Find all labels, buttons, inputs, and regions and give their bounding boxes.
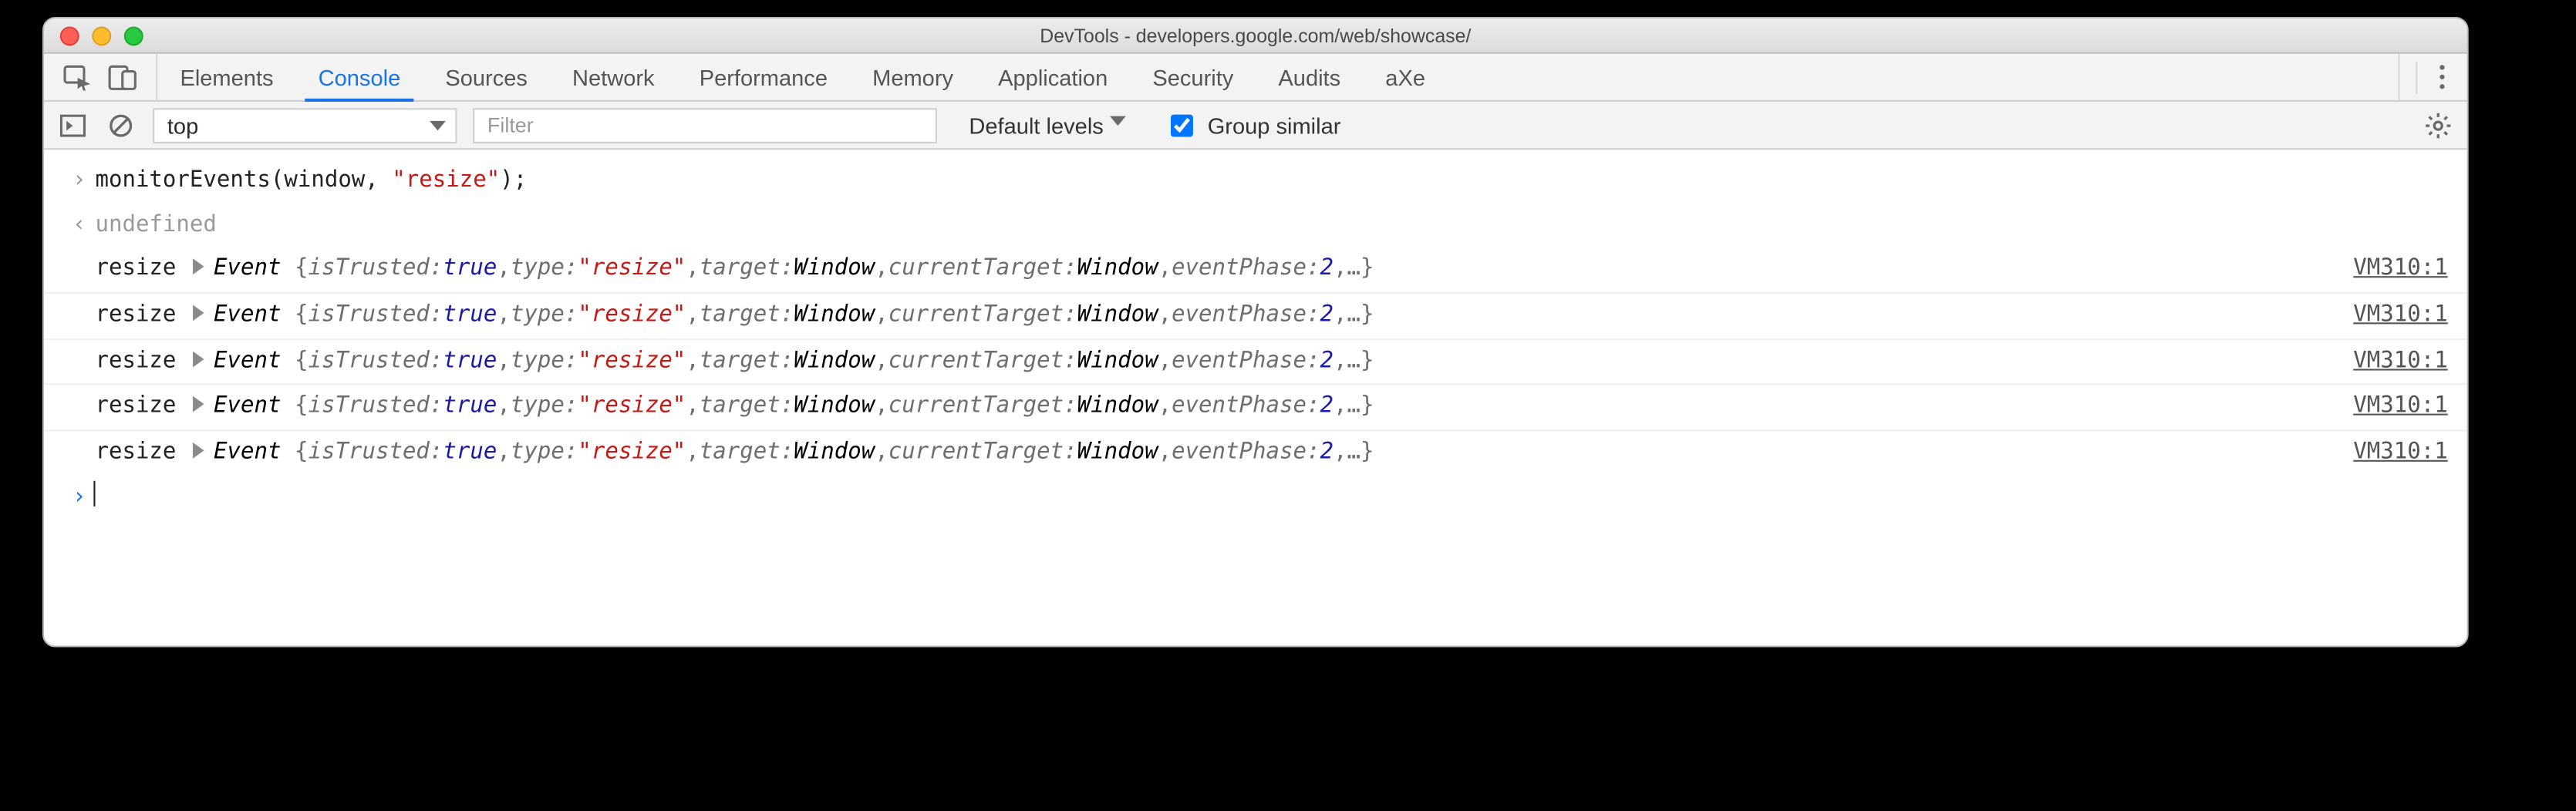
tab-sources[interactable]: Sources [423, 54, 550, 100]
execution-context-select[interactable]: top [153, 107, 457, 143]
disclosure-triangle-icon[interactable] [193, 443, 204, 459]
group-similar-checkbox[interactable]: Group similar [1165, 109, 1341, 141]
devtools-window: DevTools - developers.google.com/web/sho… [42, 17, 2469, 648]
group-similar-label: Group similar [1208, 112, 1341, 137]
console-filter-input[interactable] [473, 107, 937, 143]
tab-security[interactable]: Security [1130, 54, 1256, 100]
log-levels-select[interactable]: Default levels [963, 112, 1132, 137]
tab-performance[interactable]: Performance [677, 54, 850, 100]
tab-console[interactable]: Console [296, 54, 423, 100]
text-cursor-icon [93, 480, 95, 506]
disclosure-triangle-icon[interactable] [193, 397, 204, 413]
window-title: DevTools - developers.google.com/web/sho… [44, 24, 2467, 46]
close-window-icon[interactable] [60, 25, 79, 45]
console-result: ‹ undefined [44, 204, 2467, 247]
console-log-row: resize Event {isTrusted: true, type: "re… [44, 430, 2467, 476]
zoom-window-icon[interactable] [124, 25, 143, 45]
event-class: Event [214, 298, 295, 333]
console-toolbar: top Default levels Group similar [44, 102, 2467, 150]
divider [2416, 61, 2417, 93]
disclosure-triangle-icon[interactable] [193, 305, 204, 321]
console-log-row: resize Event {isTrusted: true, type: "re… [44, 292, 2467, 338]
log-source-link[interactable]: VM310:1 [2353, 253, 2447, 288]
device-toggle-icon[interactable] [108, 64, 137, 89]
event-class: Event [214, 253, 295, 288]
tab-memory[interactable]: Memory [850, 54, 976, 100]
window-controls [44, 25, 143, 45]
tab-label: Sources [445, 64, 528, 89]
log-source-link[interactable]: VM310:1 [2353, 298, 2447, 333]
input-chevron-icon: › [63, 164, 96, 199]
tab-axe[interactable]: aXe [1363, 54, 1448, 100]
console-log-row: resize Event {isTrusted: true, type: "re… [44, 248, 2467, 292]
event-name: resize [95, 390, 176, 425]
tab-network[interactable]: Network [550, 54, 677, 100]
output-chevron-icon: ‹ [63, 208, 96, 243]
log-source-link[interactable]: VM310:1 [2353, 345, 2447, 379]
event-name: resize [95, 345, 176, 379]
tab-label: Application [998, 64, 1108, 89]
tab-application[interactable]: Application [976, 54, 1130, 100]
tab-label: Elements [180, 64, 273, 89]
event-name: resize [95, 298, 176, 333]
console-log-row: resize Event {isTrusted: true, type: "re… [44, 338, 2467, 385]
disclosure-triangle-icon[interactable] [193, 351, 204, 367]
minimize-window-icon[interactable] [92, 25, 111, 45]
log-source-link[interactable]: VM310:1 [2353, 390, 2447, 425]
tab-label: Memory [872, 64, 953, 89]
console-input-text: monitorEvents(window, "resize"); [95, 164, 527, 199]
chevron-down-icon [1110, 116, 1126, 125]
tab-audits[interactable]: Audits [1256, 54, 1363, 100]
group-similar-input[interactable] [1171, 114, 1193, 136]
clear-console-icon[interactable] [105, 109, 137, 141]
disclosure-triangle-icon[interactable] [193, 259, 204, 275]
execution-context-value: top [167, 112, 198, 137]
log-levels-label: Default levels [969, 112, 1103, 137]
log-source-link[interactable]: VM310:1 [2353, 436, 2447, 471]
tab-label: Network [572, 64, 655, 89]
event-class: Event [214, 436, 295, 471]
titlebar: DevTools - developers.google.com/web/sho… [44, 19, 2467, 54]
show-console-sidebar-icon[interactable] [57, 109, 89, 141]
console-body: › monitorEvents(window, "resize"); ‹ und… [44, 150, 2467, 645]
tab-label: aXe [1385, 64, 1425, 89]
inspect-element-icon[interactable] [63, 64, 92, 89]
console-prompt[interactable]: › [44, 476, 2467, 520]
chevron-down-icon [430, 120, 446, 130]
tab-label: Performance [700, 64, 828, 89]
tab-label: Security [1152, 64, 1233, 89]
console-settings-icon[interactable] [2423, 109, 2455, 141]
panel-tabs: Elements Console Sources Network Performance… [157, 54, 1448, 100]
panel-tabbar: Elements Console Sources Network Performance… [44, 54, 2467, 102]
event-class: Event [214, 345, 295, 379]
prompt-chevron-icon: › [63, 480, 96, 515]
console-result-value: undefined [95, 208, 216, 243]
tab-elements[interactable]: Elements [157, 54, 295, 100]
event-name: resize [95, 253, 176, 288]
inspect-toggle-group [44, 54, 157, 100]
console-input-echo: › monitorEvents(window, "resize"); [44, 160, 2467, 204]
tabbar-right [2398, 54, 2466, 100]
console-log-row: resize Event {isTrusted: true, type: "re… [44, 384, 2467, 430]
event-class: Event [214, 390, 295, 425]
more-menu-icon[interactable] [2433, 65, 2451, 89]
event-name: resize [95, 436, 176, 471]
tab-label: Audits [1278, 64, 1340, 89]
tab-label: Console [319, 64, 401, 89]
